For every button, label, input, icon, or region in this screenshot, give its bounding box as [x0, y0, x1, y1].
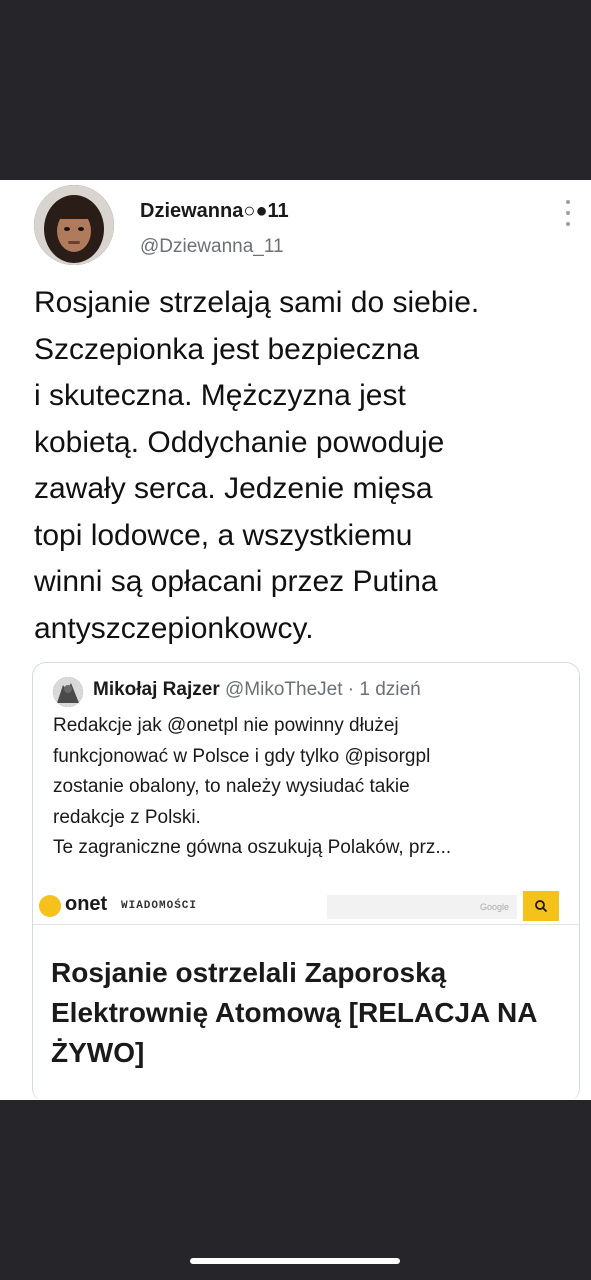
quote-author-name: Mikołaj Rajzer — [93, 679, 220, 700]
site-section: WIADOMOŚCI — [121, 900, 198, 912]
author-name[interactable]: Dziewanna○●11 — [140, 200, 289, 223]
quote-author-handle: @MikoTheJet — [225, 679, 343, 700]
quote-text: Redakcje jak @onetpl nie powinny dłużej … — [53, 715, 452, 858]
quote-separator: · — [342, 679, 360, 700]
search-icon — [535, 900, 548, 913]
article-headline[interactable]: Rosjanie ostrzelali Zaporoską Elektrowni… — [51, 953, 561, 1073]
quote-header: Mikołaj Rajzer @MikoTheJet · 1 dzień — [93, 679, 421, 701]
search-input[interactable]: Google — [327, 895, 517, 919]
site-logo: onet — [65, 893, 108, 915]
article-preview[interactable]: Rosjanie ostrzelali Zaporoską Elektrowni… — [33, 925, 579, 1102]
avatar[interactable] — [34, 185, 114, 265]
onet-logo-dot-icon — [39, 895, 61, 917]
more-vertical-icon[interactable] — [562, 200, 574, 226]
article-site-bar: onet WIADOMOŚCI Google — [33, 885, 579, 925]
tweet-text: Rosjanie strzelają sami do siebie. Szcze… — [34, 286, 480, 645]
top-dark-area — [0, 0, 591, 180]
quoted-tweet[interactable]: Mikołaj Rajzer @MikoTheJet · 1 dzień Red… — [32, 662, 580, 1102]
home-indicator[interactable] — [190, 1258, 400, 1264]
bottom-dark-area — [0, 1100, 591, 1280]
quote-avatar — [53, 677, 83, 707]
search-button[interactable] — [523, 891, 559, 921]
author-handle[interactable]: @Dziewanna_11 — [140, 236, 284, 258]
avatar-image — [34, 185, 114, 265]
quote-time: 1 dzień — [359, 679, 421, 700]
